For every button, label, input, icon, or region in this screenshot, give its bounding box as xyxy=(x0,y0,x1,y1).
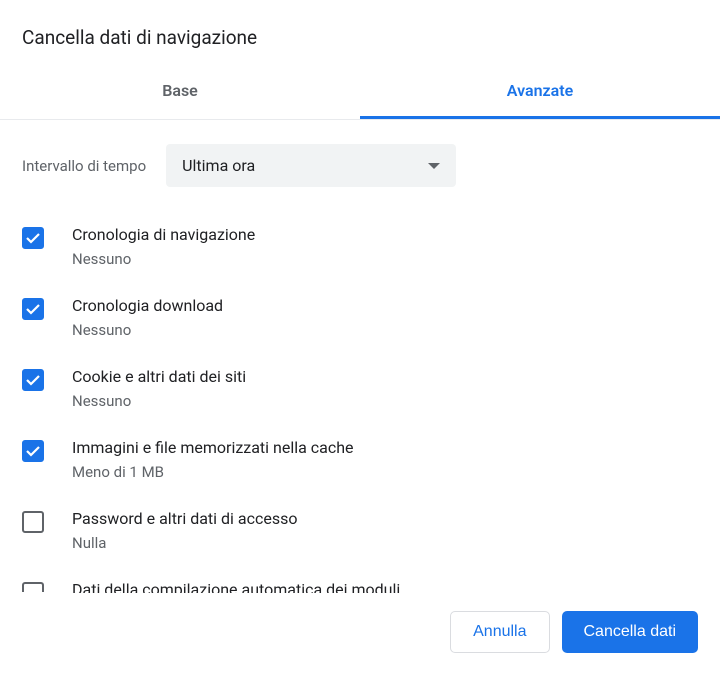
tab-advanced[interactable]: Avanzate xyxy=(360,67,720,119)
item-sub: Nessuno xyxy=(72,321,223,339)
checkbox-passwords[interactable] xyxy=(22,511,44,533)
item-label: Cookie e altri dati dei siti xyxy=(72,367,246,386)
checkbox-cached-images[interactable] xyxy=(22,440,44,462)
item-label: Dati della compilazione automatica dei m… xyxy=(72,580,400,593)
time-range-value: Ultima ora xyxy=(182,156,255,175)
content-wrap: Intervallo di tempo Ultima ora Cronologi… xyxy=(0,120,720,593)
item-sub: Nessuno xyxy=(72,392,246,410)
tab-bar: Base Avanzate xyxy=(0,67,720,120)
time-range-row: Intervallo di tempo Ultima ora xyxy=(22,120,698,211)
item-sub: Meno di 1 MB xyxy=(72,463,354,481)
checkbox-download-history[interactable] xyxy=(22,298,44,320)
list-item: Cookie e altri dati dei siti Nessuno xyxy=(22,353,698,424)
list-item: Cronologia di navigazione Nessuno xyxy=(22,211,698,282)
clear-data-button[interactable]: Cancella dati xyxy=(562,611,699,653)
time-range-select[interactable]: Ultima ora xyxy=(166,144,456,187)
item-label: Immagini e file memorizzati nella cache xyxy=(72,438,354,457)
item-text: Cronologia download Nessuno xyxy=(72,296,223,339)
tab-basic[interactable]: Base xyxy=(0,67,360,119)
dialog-title: Cancella dati di navigazione xyxy=(0,0,720,67)
clear-browsing-data-dialog: Cancella dati di navigazione Base Avanza… xyxy=(0,0,720,675)
list-item: Dati della compilazione automatica dei m… xyxy=(22,566,698,593)
list-item: Cronologia download Nessuno xyxy=(22,282,698,353)
item-label: Cronologia di navigazione xyxy=(72,225,255,244)
checkbox-cookies[interactable] xyxy=(22,369,44,391)
scroll-content[interactable]: Intervallo di tempo Ultima ora Cronologi… xyxy=(0,120,720,593)
item-text: Dati della compilazione automatica dei m… xyxy=(72,580,400,593)
item-sub: Nessuno xyxy=(72,250,255,268)
chevron-down-icon xyxy=(428,163,440,169)
time-range-label: Intervallo di tempo xyxy=(22,157,146,175)
item-sub: Nulla xyxy=(72,534,297,552)
dialog-footer: Annulla Cancella dati xyxy=(0,593,720,675)
checkbox-autofill[interactable] xyxy=(22,582,44,592)
item-text: Cronologia di navigazione Nessuno xyxy=(72,225,255,268)
checkbox-browsing-history[interactable] xyxy=(22,227,44,249)
item-text: Cookie e altri dati dei siti Nessuno xyxy=(72,367,246,410)
cancel-button[interactable]: Annulla xyxy=(450,611,549,653)
item-text: Password e altri dati di accesso Nulla xyxy=(72,509,297,552)
item-text: Immagini e file memorizzati nella cache … xyxy=(72,438,354,481)
list-item: Immagini e file memorizzati nella cache … xyxy=(22,424,698,495)
list-item: Password e altri dati di accesso Nulla xyxy=(22,495,698,566)
item-label: Cronologia download xyxy=(72,296,223,315)
item-label: Password e altri dati di accesso xyxy=(72,509,297,528)
